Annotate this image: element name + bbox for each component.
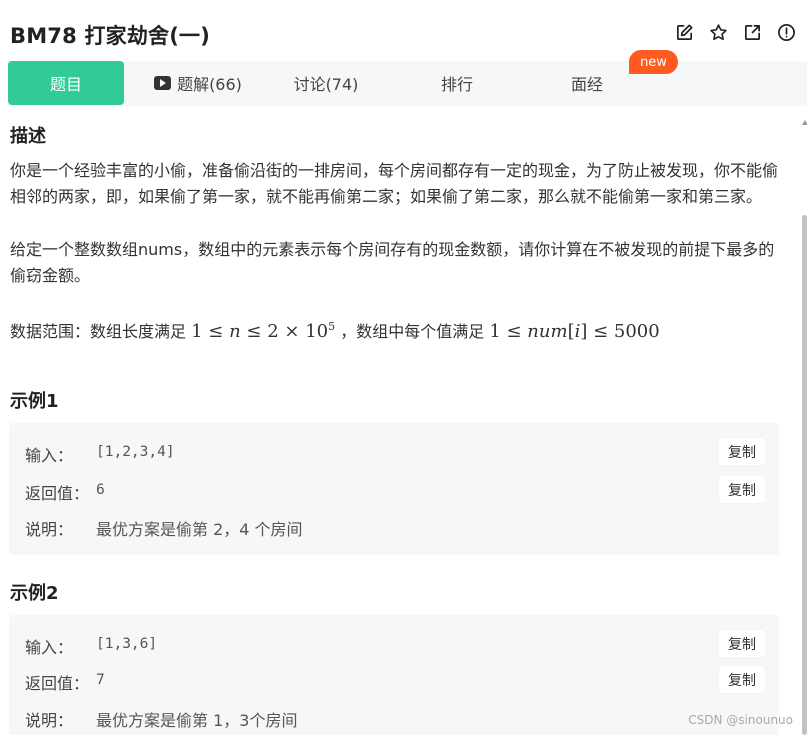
example-1-panel: 输入： [1,2,3,4] 复制 返回值： 6 复制 说明： 最优方案是偷第 2… bbox=[9, 423, 779, 555]
tab-problem-label: 题目 bbox=[49, 75, 82, 94]
example-2-input-value: [1,3,6] bbox=[96, 636, 158, 652]
example-2-panel: 输入： [1,3,6] 复制 返回值： 7 复制 说明： 最优方案是偷第 1，3… bbox=[9, 615, 779, 735]
example-2-explain-label: 说明： bbox=[25, 711, 74, 730]
example-1-explain-label: 说明： bbox=[25, 520, 74, 539]
tab-ranking[interactable]: 排行 bbox=[403, 61, 511, 105]
example-1-output-label: 返回值： bbox=[25, 484, 90, 503]
example-1-explain-value: 最优方案是偷第 2，4 个房间 bbox=[96, 520, 303, 539]
star-icon[interactable] bbox=[708, 22, 729, 43]
example-2-output-value: 7 bbox=[96, 672, 105, 688]
description-heading: 描述 bbox=[10, 126, 46, 147]
example-2-input-label: 输入： bbox=[25, 638, 74, 657]
tab-bar: 题目 题解(66) 讨论(74) 排行 面经 bbox=[8, 61, 807, 106]
tab-ranking-label: 排行 bbox=[440, 75, 473, 94]
example-1-heading: 示例1 bbox=[10, 391, 59, 412]
play-icon bbox=[154, 76, 172, 90]
problem-title: BM78 打家劫舍(一) bbox=[10, 24, 211, 48]
example-2-output-label: 返回值： bbox=[25, 674, 90, 693]
tab-interview-label: 面经 bbox=[570, 75, 603, 94]
header-actions bbox=[674, 22, 797, 43]
example-1-input-copy-button[interactable]: 复制 bbox=[719, 438, 765, 465]
description-paragraph-2: 给定一个整数数组nums，数组中的元素表示每个房间存有的现金数额，请你计算在不被… bbox=[10, 240, 775, 285]
value-constraint-formula: 1 ≤ num[i] ≤ 5000 bbox=[489, 321, 660, 342]
data-range-mid: ，数组中每个值满足 bbox=[340, 322, 485, 341]
edit-icon[interactable] bbox=[674, 22, 695, 43]
description-paragraph-1: 你是一个经验丰富的小偷，准备偷沿街的一排房间，每个房间都存有一定的现金，为了防止… bbox=[10, 161, 779, 206]
example-2-heading: 示例2 bbox=[10, 583, 59, 604]
watermark: CSDN @sinounuo bbox=[688, 713, 793, 727]
content-scrollbar[interactable] bbox=[802, 110, 807, 735]
example-1-output-copy-button[interactable]: 复制 bbox=[719, 476, 765, 503]
tab-solutions[interactable]: 题解(66) bbox=[138, 61, 258, 105]
data-range: 数据范围：数组长度满足 1 ≤ n ≤ 2 × 105 ，数组中每个值满足 1 … bbox=[10, 314, 785, 345]
tab-problem[interactable]: 题目 bbox=[8, 61, 124, 105]
tab-interview[interactable]: 面经 bbox=[533, 61, 641, 105]
tab-discussion-label: 讨论(74) bbox=[293, 75, 359, 94]
example-1-input-value: [1,2,3,4] bbox=[96, 444, 175, 460]
example-2-output-copy-button[interactable]: 复制 bbox=[719, 666, 765, 693]
info-icon[interactable] bbox=[776, 22, 797, 43]
example-2-input-copy-button[interactable]: 复制 bbox=[719, 630, 765, 657]
problem-header: BM78 打家劫舍(一) bbox=[0, 0, 807, 62]
data-range-prefix: 数据范围：数组长度满足 bbox=[10, 322, 187, 341]
scroll-thumb[interactable] bbox=[802, 215, 807, 735]
tab-solutions-label: 题解(66) bbox=[177, 75, 242, 94]
example-2-explain-value: 最优方案是偷第 1，3个房间 bbox=[96, 711, 298, 730]
tab-discussion[interactable]: 讨论(74) bbox=[266, 61, 386, 105]
example-1-output-value: 6 bbox=[96, 482, 105, 498]
length-constraint-formula: 1 ≤ n ≤ 2 × 105 bbox=[191, 320, 336, 342]
scroll-up-arrow-icon[interactable] bbox=[802, 120, 807, 125]
new-badge: new bbox=[629, 50, 678, 74]
external-link-icon[interactable] bbox=[742, 22, 763, 43]
example-1-input-label: 输入： bbox=[25, 446, 74, 465]
